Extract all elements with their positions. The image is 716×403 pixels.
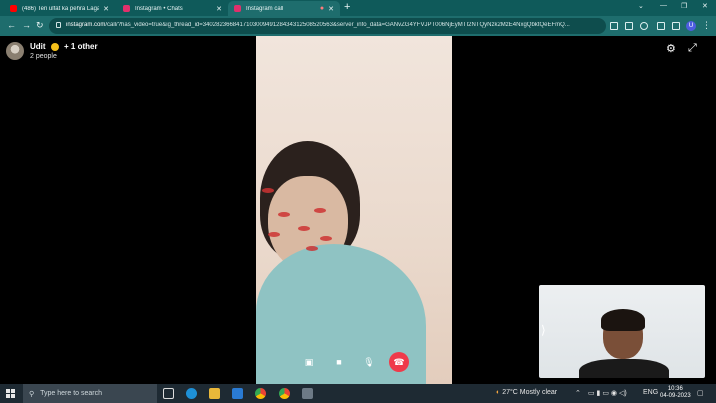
mail-icon[interactable]: [232, 388, 243, 399]
edge-icon[interactable]: [186, 388, 197, 399]
profile-avatar[interactable]: U: [686, 21, 696, 31]
tab-label: Instagram • Chats: [135, 5, 183, 12]
url-text[interactable]: instagram.com/call/?has_video=true&ig_th…: [66, 22, 596, 28]
self-view[interactable]: ⟩: [539, 285, 705, 378]
video-camera-icon: ■: [336, 357, 342, 367]
call-controls: ▣ ■ 🎙 ☎: [299, 352, 409, 372]
taskbar-search[interactable]: ⚲ Type here to search: [23, 384, 157, 403]
chevron-left-icon[interactable]: ⟩: [541, 323, 546, 337]
lips-sticker-icon: [262, 188, 274, 193]
clock-time: 10:36: [667, 386, 683, 392]
remote-video: [256, 36, 452, 384]
end-call-button[interactable]: ☎: [389, 352, 409, 372]
self-view-hair: [601, 309, 645, 331]
camera-button[interactable]: ■: [329, 352, 349, 372]
lips-sticker-icon: [320, 236, 332, 241]
reload-button[interactable]: ↻: [36, 20, 44, 31]
close-icon[interactable]: ✕: [103, 5, 109, 13]
maximize-button[interactable]: ❐: [681, 2, 687, 10]
url-path: /call/?has_video=true&ig_thread_id=34028…: [105, 22, 570, 28]
tray-chevron-icon[interactable]: ⌃: [575, 389, 581, 397]
caller-info: Udit + 1 other 2 people: [6, 42, 98, 60]
tab-label: Instagram call: [246, 5, 284, 12]
chrome-icon[interactable]: [279, 388, 290, 399]
instagram-icon: [234, 5, 241, 12]
share-icon[interactable]: [625, 22, 633, 30]
camera-app-icon[interactable]: [302, 388, 313, 399]
microphone-button[interactable]: 🎙: [359, 352, 379, 372]
participant-count: 2 people: [30, 53, 57, 60]
tab-search-icon[interactable]: ⌄: [638, 2, 644, 10]
lips-sticker-icon: [314, 208, 326, 213]
close-window-button[interactable]: ✕: [702, 2, 708, 10]
tab-youtube[interactable]: (486) Teri ulfat ka pehra Laga hai ✕: [4, 1, 115, 16]
instagram-icon: [123, 5, 130, 12]
caller-extra: + 1 other: [64, 42, 98, 51]
extensions-icon[interactable]: [657, 22, 665, 30]
lips-sticker-icon: [268, 232, 280, 237]
recording-icon: ●: [319, 5, 325, 12]
lips-sticker-icon: [298, 226, 310, 231]
microphone-icon: 🎙: [363, 356, 375, 367]
close-icon[interactable]: ✕: [216, 5, 222, 13]
youtube-icon: [10, 5, 17, 12]
tray-status-icons[interactable]: ▭ ▮ ▭ ◉ ◁): [588, 389, 627, 397]
lips-sticker-icon: [306, 246, 318, 251]
address-bar[interactable]: instagram.com/call/?has_video=true&ig_th…: [49, 18, 606, 34]
gear-icon[interactable]: ⚙: [666, 42, 676, 55]
screen-share-button[interactable]: ▣: [299, 352, 319, 372]
forward-button[interactable]: →: [22, 20, 31, 30]
windows-start-icon[interactable]: [6, 389, 15, 398]
minimize-button[interactable]: —: [660, 2, 667, 9]
close-icon[interactable]: ✕: [328, 5, 334, 13]
tab-strip: (486) Teri ulfat ka pehra Laga hai ✕ Ins…: [0, 0, 716, 16]
side-panel-icon[interactable]: [672, 22, 680, 30]
weather-widget[interactable]: ◐ 27°C Mostly clear: [496, 389, 557, 396]
language-indicator[interactable]: ENG: [643, 389, 658, 396]
new-tab-button[interactable]: +: [344, 1, 350, 13]
screen-share-icon: ▣: [304, 356, 314, 367]
lock-icon[interactable]: [56, 22, 61, 28]
caller-name: Udit: [30, 42, 46, 51]
avatar: [6, 42, 24, 60]
browser-toolbar: ← → ↻ instagram.com/call/?has_video=true…: [0, 16, 716, 36]
search-icon: ⚲: [29, 390, 35, 398]
weather-icon: ◐: [496, 389, 501, 396]
camera-in-use-icon[interactable]: [610, 22, 618, 30]
search-placeholder: Type here to search: [40, 390, 103, 397]
tab-instagram-chats[interactable]: Instagram • Chats ✕: [117, 1, 228, 16]
task-view-icon[interactable]: [163, 388, 174, 399]
menu-icon[interactable]: ⋮: [702, 20, 711, 31]
lips-sticker-icon: [278, 212, 290, 217]
tab-instagram-call[interactable]: Instagram call ● ✕: [228, 1, 340, 16]
phone-hangup-icon: ☎: [393, 356, 405, 367]
self-view-body: [579, 359, 669, 378]
url-host: instagram.com: [66, 22, 106, 28]
bookmark-star-icon[interactable]: [640, 22, 648, 30]
emoji-badge-icon: [50, 42, 59, 51]
back-button[interactable]: ←: [7, 20, 16, 30]
chrome-icon[interactable]: [255, 388, 266, 399]
call-view: Udit + 1 other 2 people ⚙ ⤢ ⟩ ▣ ■ 🎙 ☎: [0, 36, 716, 384]
tab-label: (486) Teri ulfat ka pehra Laga hai: [22, 5, 100, 12]
fullscreen-icon[interactable]: ⤢: [688, 42, 697, 55]
clock-date: 04-09-2023: [660, 393, 691, 399]
notification-icon[interactable]: ▢: [697, 389, 704, 397]
taskbar: ⚲ Type here to search ◐ 27°C Mostly clea…: [0, 384, 716, 403]
clock[interactable]: 10:36 04-09-2023: [660, 386, 691, 400]
weather-text: 27°C Mostly clear: [502, 389, 558, 396]
file-explorer-icon[interactable]: [209, 388, 220, 399]
